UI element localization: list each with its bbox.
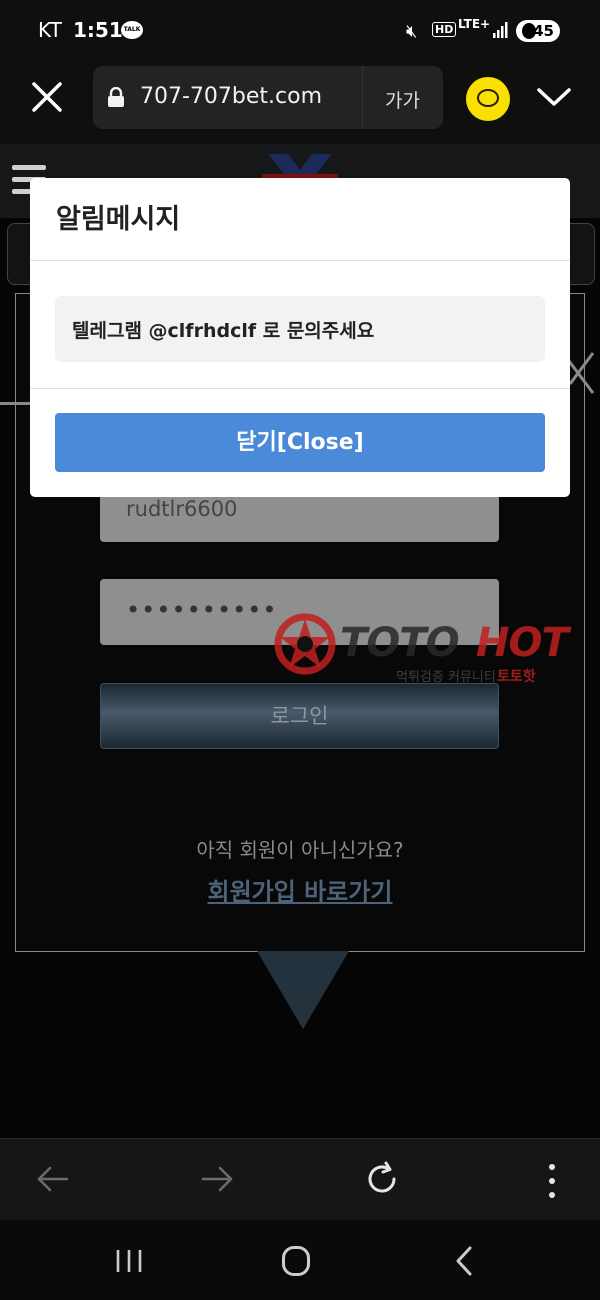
battery-level: 45: [533, 22, 554, 40]
browser-bottom-bar: [0, 1138, 600, 1221]
lock-icon: [108, 87, 124, 107]
url-text[interactable]: 707-707bet.com: [140, 84, 322, 109]
watermark-subtitle-red: 토토핫: [497, 669, 536, 685]
kakaotalk-share-icon[interactable]: [466, 77, 510, 121]
clock: 1:51: [73, 18, 123, 42]
reload-icon[interactable]: [364, 1161, 400, 1197]
text-size-button[interactable]: 가가: [385, 86, 420, 113]
decorative-line: [0, 402, 30, 405]
decorative-triangle: [257, 951, 349, 1029]
battery-icon: 45: [516, 20, 560, 42]
login-button[interactable]: 로그인: [100, 683, 499, 749]
modal-message: 텔레그램 @clfrhdclf 로 문의주세요: [72, 320, 375, 342]
watermark-brand-hot: HOT: [476, 620, 569, 666]
lte-icon: LTE+: [458, 17, 491, 31]
carrier-label: KT: [38, 18, 62, 42]
close-button[interactable]: 닫기[Close]: [55, 413, 545, 472]
hd-voice-icon: HD: [432, 22, 457, 37]
recent-apps-icon[interactable]: [114, 1248, 144, 1274]
chevron-down-icon[interactable]: [536, 84, 572, 110]
back-nav-icon[interactable]: [454, 1246, 474, 1276]
close-icon[interactable]: [30, 80, 64, 114]
watermark-subtitle: 먹튀검증 커뮤니티: [396, 670, 496, 685]
signal-icon: [493, 22, 508, 38]
home-icon[interactable]: [282, 1246, 310, 1276]
modal-divider: [30, 260, 570, 261]
modal-divider: [30, 388, 570, 389]
more-options-icon[interactable]: [540, 1162, 564, 1200]
watermark-brand: TOTO: [340, 620, 460, 666]
signup-link[interactable]: 회원가입 바로가기: [0, 872, 600, 907]
totohot-logo-icon: [274, 613, 336, 675]
mute-icon: 🔇︎: [406, 21, 418, 42]
modal-title: 알림메시지: [56, 204, 181, 235]
password-dots: ••••••••••: [126, 596, 278, 624]
forward-arrow-icon[interactable]: [200, 1165, 234, 1193]
signup-question: 아직 회원이 아니신가요?: [196, 838, 404, 862]
url-divider: [362, 66, 363, 129]
back-arrow-icon[interactable]: [36, 1165, 70, 1193]
kakaotalk-notification-icon: TALK: [121, 21, 143, 39]
